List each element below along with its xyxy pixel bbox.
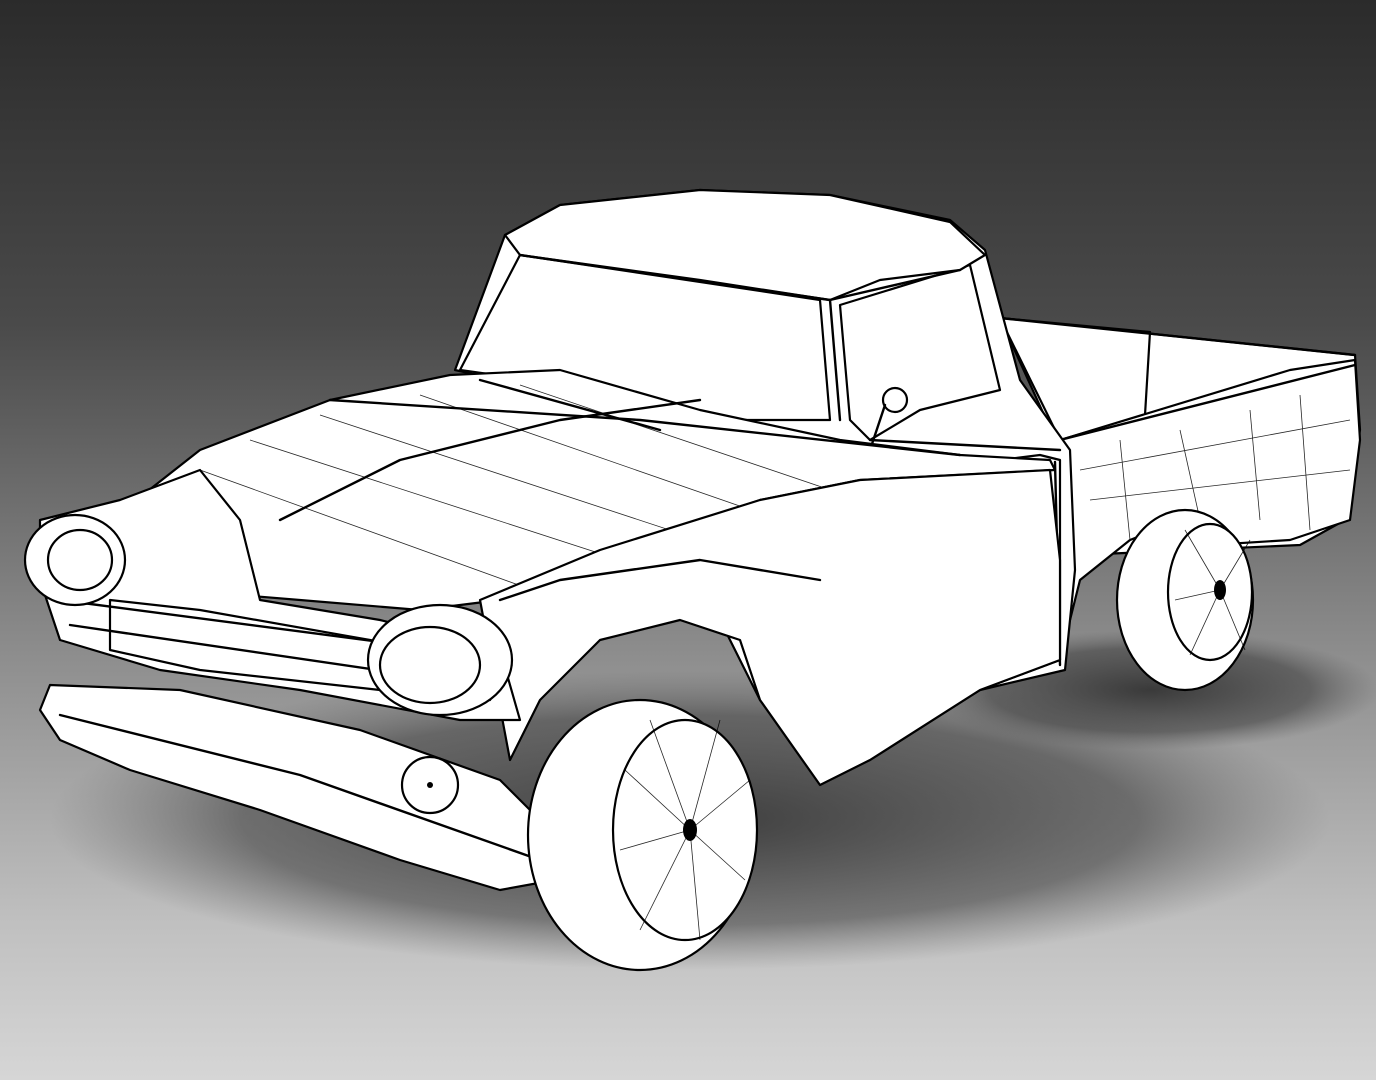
left-headlight xyxy=(23,513,127,607)
right-headlight xyxy=(366,603,514,717)
truck-wireframe-render xyxy=(23,188,1376,972)
3d-viewport[interactable] xyxy=(0,0,1376,1080)
rear-wheel xyxy=(1115,508,1255,692)
